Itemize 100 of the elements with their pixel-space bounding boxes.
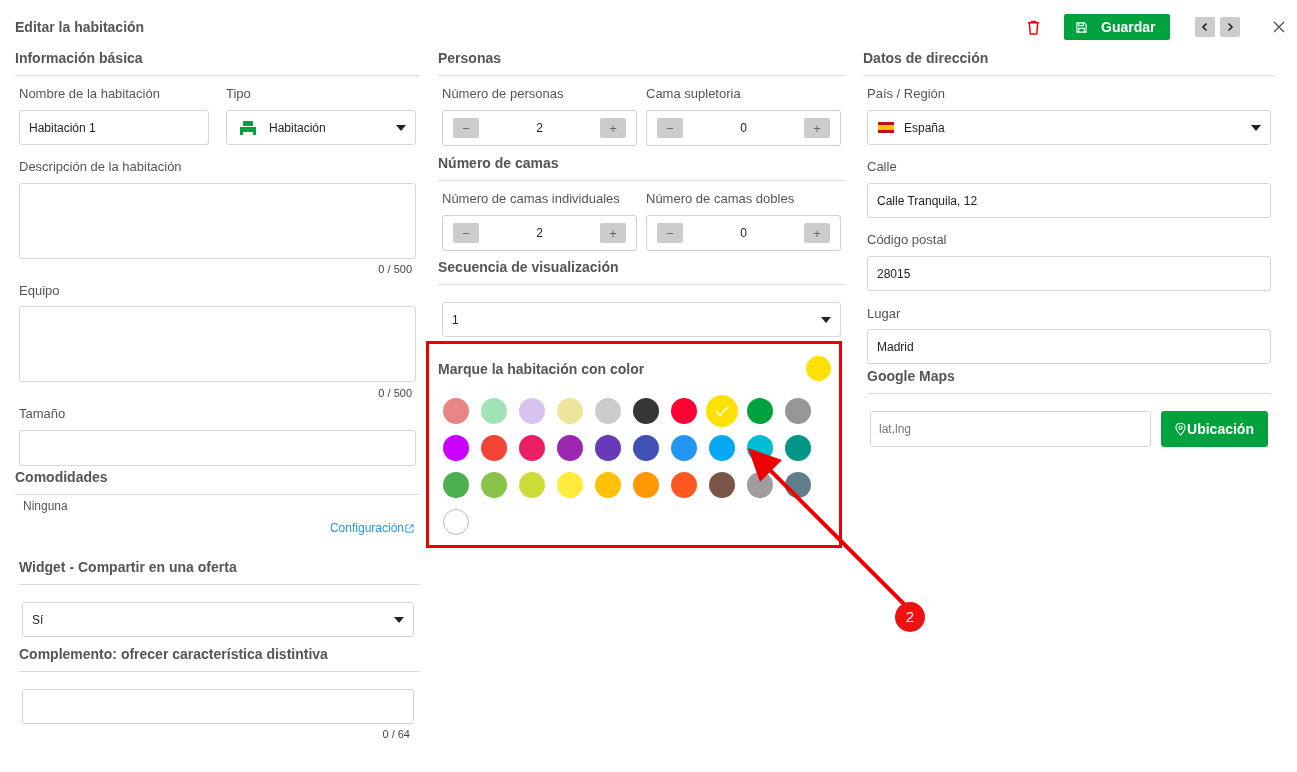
color-swatch[interactable] — [443, 509, 469, 535]
save-icon — [1076, 21, 1087, 33]
select-field[interactable]: Sí — [22, 602, 414, 637]
character-counter: 0 / 500 — [377, 386, 413, 400]
increment-button[interactable]: + — [600, 223, 626, 243]
color-swatch[interactable] — [671, 435, 697, 461]
color-swatch[interactable] — [633, 472, 659, 498]
color-swatch[interactable] — [709, 472, 735, 498]
field-label: Equipo — [19, 283, 61, 299]
field-label: Número de camas individuales — [442, 191, 621, 207]
field-label: Tamaño — [19, 406, 67, 422]
caret-icon — [1251, 124, 1261, 131]
color-swatch[interactable] — [443, 435, 469, 461]
select-field[interactable]: Habitación — [226, 110, 416, 145]
field-label: Descripción de la habitación — [19, 159, 183, 175]
text-field[interactable] — [22, 689, 414, 724]
color-swatch[interactable] — [785, 398, 811, 424]
color-swatch[interactable] — [785, 435, 811, 461]
coordinates-field[interactable]: lat,lng — [870, 411, 1151, 447]
number-stepper[interactable]: − 0 + — [646, 110, 841, 146]
section-heading: Marque la habitación con color — [438, 360, 645, 377]
color-swatch[interactable] — [557, 398, 583, 424]
flag-icon — [878, 122, 894, 133]
caret-icon — [821, 316, 831, 323]
increment-button[interactable]: + — [804, 118, 830, 138]
color-swatch[interactable] — [671, 398, 697, 424]
decrement-button[interactable]: − — [453, 118, 479, 138]
bed-icon — [240, 120, 256, 135]
field-label: Cama supletoria — [646, 86, 742, 102]
field-label: País / Región — [867, 86, 947, 102]
color-swatch[interactable] — [443, 472, 469, 498]
amenities-value: Ninguna — [22, 499, 69, 513]
number-stepper[interactable]: − 2 + — [442, 215, 637, 251]
close-icon[interactable] — [1273, 21, 1285, 33]
external-link-icon — [405, 523, 414, 533]
color-swatch[interactable] — [595, 398, 621, 424]
color-swatch[interactable] — [706, 395, 738, 427]
select-field[interactable]: España — [867, 110, 1271, 145]
color-swatch[interactable] — [633, 435, 659, 461]
color-swatch[interactable] — [481, 472, 507, 498]
section-heading: Widget - Compartir en una oferta — [19, 559, 238, 575]
color-swatch[interactable] — [519, 398, 545, 424]
section-heading: Secuencia de visualización — [438, 259, 620, 275]
select-field[interactable]: 1 — [442, 302, 841, 337]
section-heading: Comodidades — [15, 469, 109, 485]
color-swatch[interactable] — [595, 435, 621, 461]
previous-button[interactable] — [1195, 17, 1215, 37]
color-swatch[interactable] — [671, 472, 697, 498]
character-counter: 0 / 64 — [381, 727, 411, 741]
caret-icon — [396, 124, 406, 131]
text-field[interactable] — [19, 430, 416, 466]
checkmark-icon — [715, 406, 729, 416]
field-label: Código postal — [867, 232, 948, 248]
field-label: Número de camas dobles — [646, 191, 796, 207]
dialog-title: Editar la habitación — [15, 17, 145, 37]
field-label: Calle — [867, 159, 898, 175]
color-swatch[interactable] — [709, 435, 735, 461]
color-swatch[interactable] — [595, 472, 621, 498]
increment-button[interactable]: + — [600, 118, 626, 138]
decrement-button[interactable]: − — [657, 118, 683, 138]
color-swatch[interactable] — [519, 472, 545, 498]
step-badge: 2 — [895, 602, 925, 632]
current-color-swatch — [806, 356, 831, 381]
field-label: Lugar — [867, 306, 902, 322]
text-field[interactable]: Calle Tranquila, 12 — [867, 183, 1271, 218]
trash-icon[interactable] — [1027, 19, 1040, 35]
text-field[interactable]: 28015 — [867, 256, 1271, 291]
decrement-button[interactable]: − — [657, 223, 683, 243]
number-stepper[interactable]: − 2 + — [442, 110, 637, 146]
color-swatch[interactable] — [747, 398, 773, 424]
text-field[interactable]: Habitación 1 — [19, 110, 209, 145]
color-swatch[interactable] — [443, 398, 469, 424]
color-swatch[interactable] — [519, 435, 545, 461]
text-field[interactable]: Madrid — [867, 329, 1271, 364]
color-swatch[interactable] — [785, 472, 811, 498]
section-heading: Google Maps — [867, 368, 956, 384]
section-heading: Información básica — [15, 50, 144, 66]
color-swatch[interactable] — [557, 435, 583, 461]
section-heading: Número de camas — [438, 155, 560, 171]
number-stepper[interactable]: − 0 + — [646, 215, 841, 251]
stepper-value: 0 — [740, 225, 747, 242]
next-button[interactable] — [1220, 17, 1240, 37]
color-swatch[interactable] — [633, 398, 659, 424]
stepper-value: 2 — [536, 225, 543, 242]
color-swatch[interactable] — [557, 472, 583, 498]
stepper-value: 0 — [740, 120, 747, 137]
field-label: Nombre de la habitación — [19, 86, 161, 102]
stepper-value: 2 — [536, 120, 543, 137]
color-swatch[interactable] — [481, 398, 507, 424]
character-counter: 0 / 500 — [377, 262, 413, 276]
location-pin-icon — [1175, 422, 1187, 436]
increment-button[interactable]: + — [804, 223, 830, 243]
color-swatch[interactable] — [481, 435, 507, 461]
section-heading: Complemento: ofrecer característica distintiva — [19, 646, 329, 662]
decrement-button[interactable]: − — [453, 223, 479, 243]
section-heading: Datos de dirección — [863, 50, 990, 66]
field-label: Tipo — [226, 86, 252, 102]
caret-icon — [394, 616, 404, 623]
field-label: Número de personas — [442, 86, 565, 102]
section-heading: Personas — [438, 50, 503, 66]
